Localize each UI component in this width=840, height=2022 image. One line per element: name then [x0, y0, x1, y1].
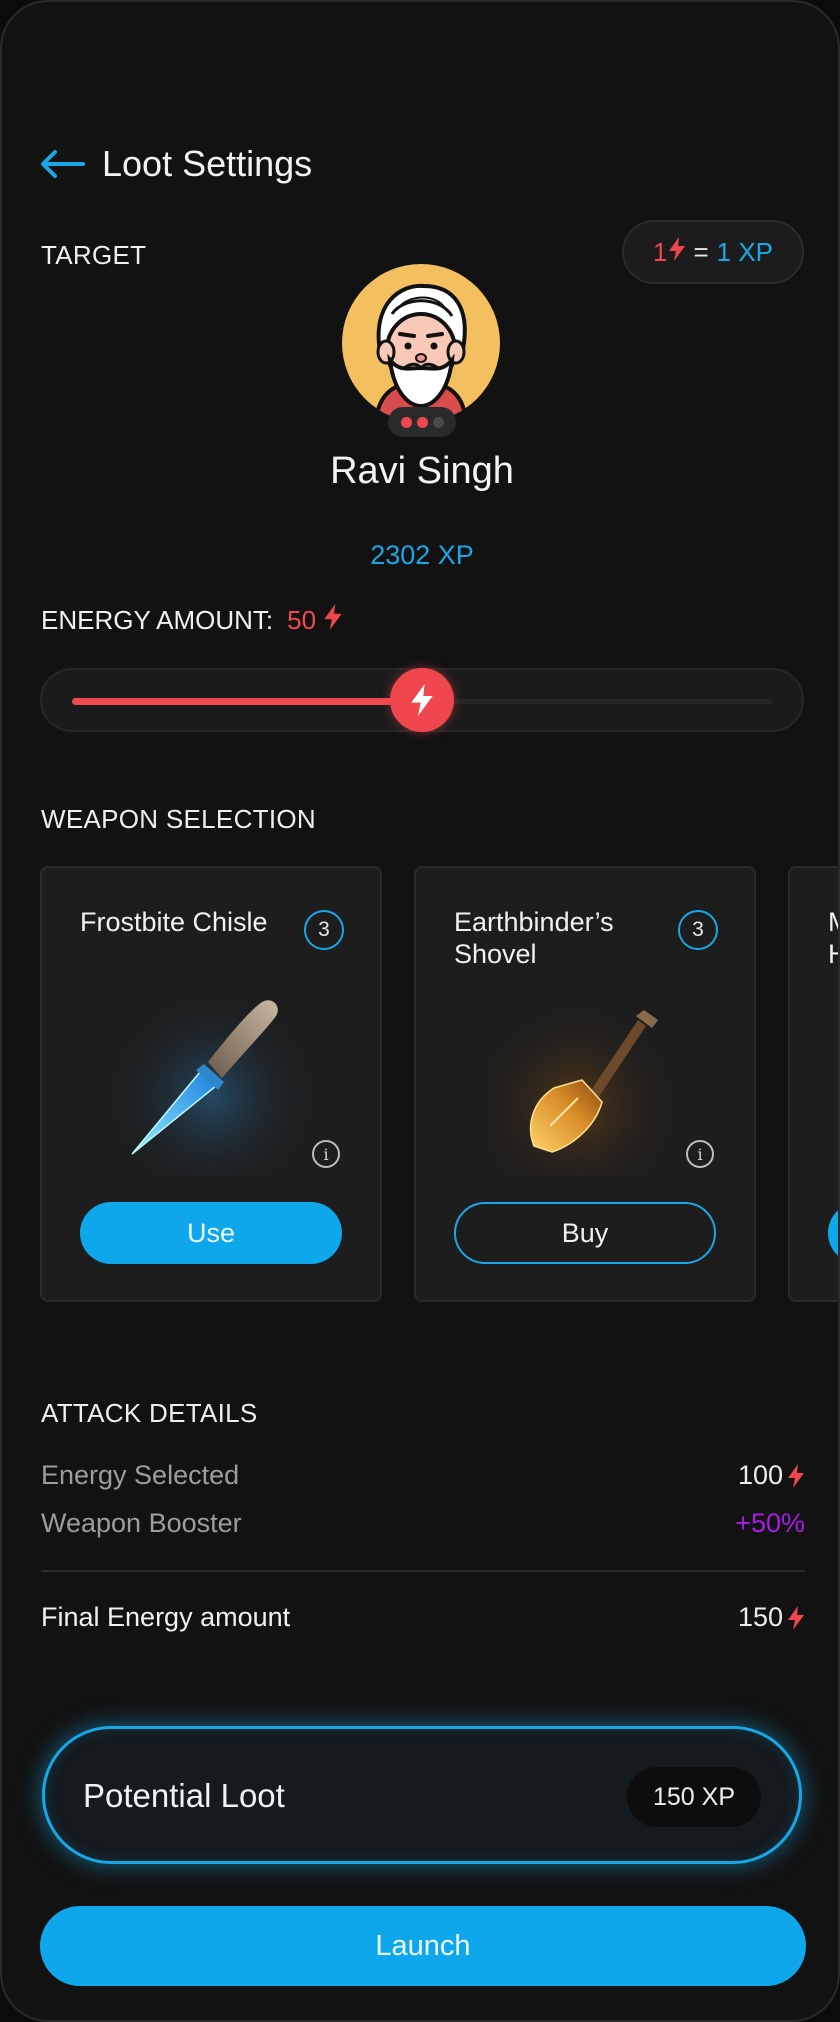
loot-settings-screen: Loot Settings TARGET 1 = 1 XP Ravi Singh… [0, 0, 840, 2022]
final-energy-label: Final Energy amount [41, 1602, 291, 1632]
weapon-carousel[interactable]: Frostbite Chisle 3 i Use Earthbinder’s S… [40, 866, 838, 1302]
info-icon[interactable]: i [312, 1140, 340, 1168]
page-title: Loot Settings [102, 143, 313, 184]
final-energy-row: Final Energy amount 150 [41, 1602, 805, 1633]
energy-amount-label: ENERGY AMOUNT: 50 [41, 604, 342, 637]
shovel-icon [486, 976, 686, 1176]
target-name: Ravi Singh [330, 450, 514, 492]
weapon-booster-value: +50% [735, 1508, 805, 1538]
lightning-icon [669, 236, 686, 268]
back-header[interactable]: Loot Settings [38, 140, 312, 188]
weapon-section-label: WEAPON SELECTION [41, 804, 316, 834]
target-xp: 2302 XP [370, 540, 474, 570]
weapon-name: M H [828, 906, 838, 970]
potential-loot-value: 150 XP [627, 1767, 761, 1827]
weapon-card[interactable]: M H [788, 866, 838, 1302]
rate-energy-amount: 1 [652, 236, 668, 267]
weapon-card[interactable]: Earthbinder’s Shovel 3 i Buy [414, 866, 756, 1302]
status-dot [432, 416, 444, 428]
slider-fill [72, 698, 422, 705]
lightning-icon [411, 684, 433, 716]
attack-section-label: ATTACK DETAILS [41, 1398, 258, 1428]
weapon-count-badge: 3 [678, 910, 718, 950]
target-section-label: TARGET [41, 240, 147, 270]
energy-amount-value: 50 [287, 605, 317, 635]
weapon-booster-row: Weapon Booster +50% [41, 1508, 805, 1539]
launch-button[interactable]: Launch [40, 1906, 806, 1986]
chisel-icon [112, 976, 312, 1176]
lightning-icon [788, 1463, 804, 1488]
weapon-card[interactable]: Frostbite Chisle 3 i Use [40, 866, 382, 1302]
rate-equals: = [693, 236, 709, 267]
rate-xp-amount: 1 XP [716, 236, 774, 267]
weapon-name: Earthbinder’s Shovel [454, 907, 614, 969]
avatar [342, 264, 500, 422]
energy-xp-rate-badge: 1 = 1 XP [622, 220, 804, 284]
lightning-icon [324, 604, 342, 637]
weapon-count-badge: 3 [304, 910, 344, 950]
lightning-icon [788, 1605, 804, 1630]
info-icon[interactable]: i [686, 1140, 714, 1168]
final-energy-value-wrap: 150 [738, 1602, 805, 1633]
energy-selected-row: Energy Selected 100 [41, 1460, 805, 1491]
avatar-status-dots [388, 407, 456, 437]
weapon-booster-label: Weapon Booster [41, 1508, 242, 1538]
energy-slider[interactable] [40, 668, 804, 732]
final-energy-value: 150 [737, 1602, 783, 1632]
status-dot [400, 416, 412, 428]
energy-amount-title: ENERGY AMOUNT: [41, 605, 274, 635]
back-arrow-icon[interactable] [38, 140, 86, 188]
energy-selected-value: 100 [737, 1460, 783, 1490]
status-dot [416, 416, 428, 428]
energy-selected-value-wrap: 100 [738, 1460, 805, 1491]
details-divider [41, 1570, 805, 1572]
weapon-name: Frostbite Chisle [80, 907, 268, 937]
potential-loot-label: Potential Loot [83, 1777, 285, 1814]
slider-thumb[interactable] [390, 668, 454, 732]
buy-button[interactable]: Buy [454, 1202, 716, 1264]
use-button[interactable] [828, 1202, 838, 1264]
use-button[interactable]: Use [80, 1202, 342, 1264]
target-avatar [342, 264, 502, 437]
old-man-avatar-icon [373, 283, 469, 422]
energy-selected-label: Energy Selected [41, 1460, 240, 1490]
potential-loot-card: Potential Loot 150 XP [42, 1726, 802, 1864]
